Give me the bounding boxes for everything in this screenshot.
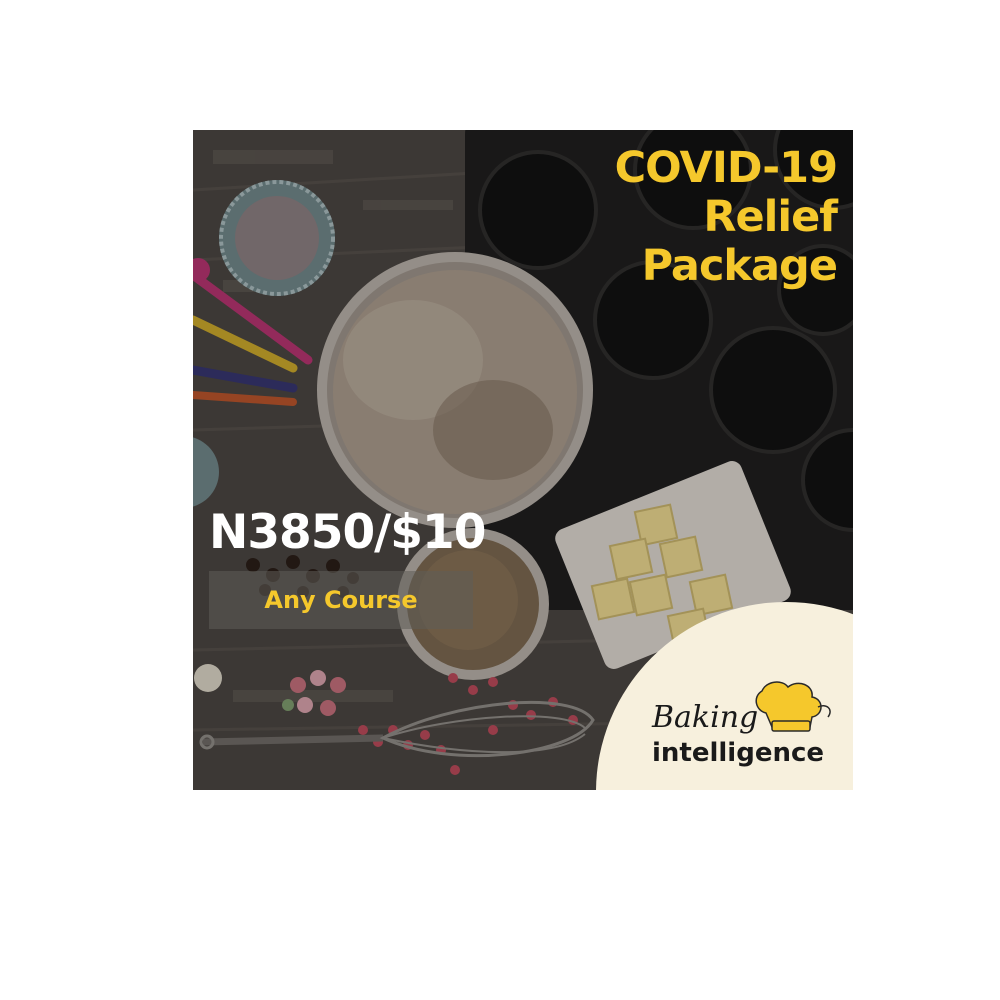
brand-name-line2: intelligence: [652, 738, 824, 768]
price-text: N3850/$10: [209, 505, 486, 560]
offer-label: Any Course: [264, 586, 418, 614]
offer-banner: Any Course: [209, 571, 473, 629]
promo-card: COVID-19 Relief Package N3850/$10 Any Co…: [193, 130, 853, 790]
brand-logo: Baking intelligence: [651, 681, 831, 768]
brand-name-line1: Baking: [651, 700, 758, 735]
headline-line-3: Package: [641, 241, 838, 291]
chef-hat-icon: [755, 681, 831, 732]
promo-headline: COVID-19 Relief Package: [537, 143, 838, 291]
headline-line-2: Relief: [703, 192, 838, 242]
headline-line-1: COVID-19: [614, 143, 838, 193]
